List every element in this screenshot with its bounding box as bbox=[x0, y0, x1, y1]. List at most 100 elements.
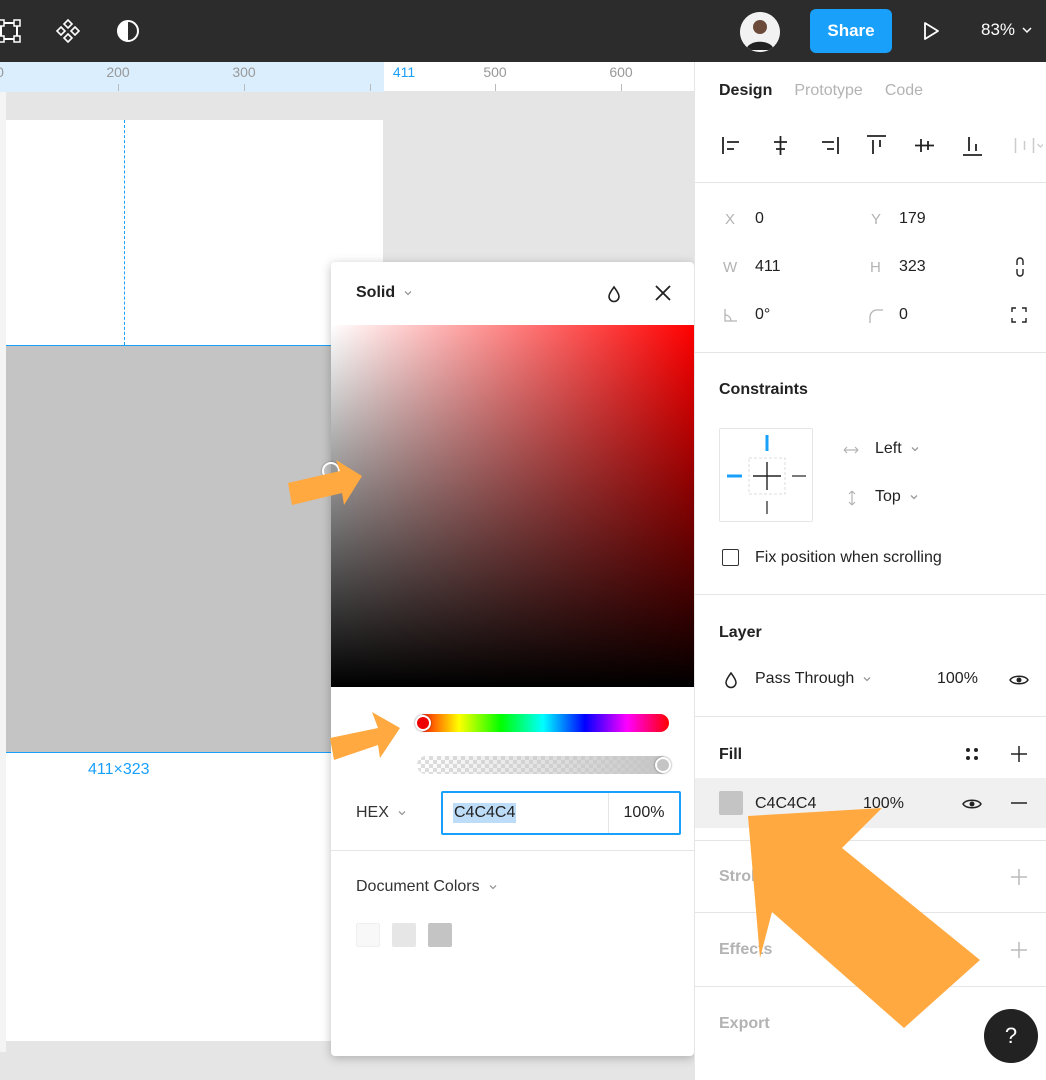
divider bbox=[331, 850, 694, 851]
ruler-label: 200 bbox=[106, 64, 130, 80]
hue-slider[interactable] bbox=[415, 714, 669, 732]
rotation-input[interactable]: 0° bbox=[755, 306, 770, 324]
vertical-constraint-icon bbox=[846, 489, 858, 512]
document-colors-dropdown[interactable]: Document Colors bbox=[356, 878, 498, 896]
chevron-down-icon bbox=[911, 447, 919, 452]
frame-top[interactable] bbox=[0, 120, 383, 345]
play-icon[interactable] bbox=[918, 18, 944, 44]
chevron-down-icon bbox=[489, 885, 497, 890]
opacity-slider[interactable] bbox=[417, 756, 671, 774]
color-swatch[interactable] bbox=[392, 923, 416, 947]
components-icon[interactable] bbox=[51, 14, 85, 48]
align-top-icon[interactable] bbox=[863, 132, 890, 159]
color-handle[interactable] bbox=[322, 462, 340, 480]
height-input[interactable]: 323 bbox=[899, 258, 926, 276]
add-effect-icon[interactable] bbox=[1009, 940, 1029, 965]
frame-bottom[interactable] bbox=[0, 753, 335, 1041]
avatar[interactable] bbox=[740, 12, 780, 52]
horizontal-constraint-value: Left bbox=[875, 440, 902, 457]
tab-design[interactable]: Design bbox=[719, 82, 772, 100]
align-vertical-center-icon[interactable] bbox=[911, 132, 938, 159]
help-button[interactable]: ? bbox=[984, 1009, 1038, 1063]
fill-type-dropdown[interactable]: Solid bbox=[356, 284, 413, 302]
fill-hex-value[interactable]: C4C4C4 bbox=[755, 795, 816, 813]
fill-opacity-value[interactable]: 100% bbox=[863, 795, 904, 813]
alignment-toolbar bbox=[719, 132, 1043, 159]
ruler-label: 300 bbox=[232, 64, 256, 80]
w-label: W bbox=[723, 259, 738, 276]
horizontal-constraint-dropdown[interactable]: Left bbox=[875, 440, 920, 458]
chevron-down-icon bbox=[863, 677, 871, 682]
effects-title: Effects bbox=[719, 941, 773, 958]
divider bbox=[695, 352, 1046, 353]
color-swatch[interactable] bbox=[428, 923, 452, 947]
hex-field: C4C4C4 100% bbox=[441, 791, 681, 835]
blend-drop-icon[interactable] bbox=[605, 284, 623, 309]
opacity-input[interactable]: 100% bbox=[609, 793, 679, 833]
close-icon[interactable] bbox=[652, 282, 674, 309]
fix-position-checkbox[interactable] bbox=[722, 549, 739, 566]
color-format-dropdown[interactable]: HEX bbox=[356, 804, 407, 822]
hex-input-wrap: C4C4C4 bbox=[443, 793, 609, 833]
tab-prototype[interactable]: Prototype bbox=[794, 82, 862, 100]
zoom-dropdown[interactable]: 83% bbox=[981, 20, 1033, 40]
document-colors-label: Document Colors bbox=[356, 878, 480, 895]
horizontal-constraint-icon bbox=[842, 443, 860, 462]
constraints-title: Constraints bbox=[719, 381, 808, 398]
fix-position-label: Fix position when scrolling bbox=[755, 549, 942, 566]
y-input[interactable]: 179 bbox=[899, 210, 926, 228]
ruler-selection-highlight bbox=[0, 62, 384, 92]
y-label: Y bbox=[871, 211, 882, 228]
hue-handle[interactable] bbox=[415, 715, 431, 731]
properties-panel: Design Prototype Code X 0 Y 179 W 411 H … bbox=[694, 62, 1046, 1080]
constrain-proportions-icon[interactable] bbox=[1013, 256, 1027, 283]
rotation-icon bbox=[723, 307, 739, 328]
color-swatch[interactable] bbox=[356, 923, 380, 947]
opacity-handle[interactable] bbox=[655, 757, 671, 773]
align-bottom-icon[interactable] bbox=[959, 132, 986, 159]
share-button[interactable]: Share bbox=[810, 9, 892, 53]
layer-opacity-input[interactable]: 100% bbox=[937, 670, 978, 688]
fill-color-swatch[interactable] bbox=[719, 791, 743, 815]
constraints-widget[interactable] bbox=[719, 428, 813, 522]
independent-corners-icon[interactable] bbox=[1011, 307, 1027, 328]
blend-drop-icon bbox=[723, 671, 739, 694]
blend-mode-dropdown[interactable]: Pass Through bbox=[755, 670, 872, 688]
selected-rectangle[interactable] bbox=[0, 345, 335, 753]
contrast-icon[interactable] bbox=[111, 14, 145, 48]
ruler-label: 500 bbox=[483, 64, 507, 80]
saturation-brightness-area[interactable] bbox=[322, 325, 694, 687]
add-stroke-icon[interactable] bbox=[1009, 867, 1029, 892]
color-picker-popup: Solid HEX C4C4C4 100% Document Colors bbox=[322, 262, 694, 1056]
export-title: Export bbox=[719, 1015, 770, 1032]
eye-icon[interactable] bbox=[1008, 672, 1030, 693]
divider bbox=[695, 716, 1046, 717]
ruler-tick bbox=[118, 84, 119, 91]
hex-value: C4C4C4 bbox=[453, 803, 517, 823]
tab-code[interactable]: Code bbox=[885, 82, 923, 100]
layer-title: Layer bbox=[719, 624, 762, 641]
panel-tabs: Design Prototype Code bbox=[719, 82, 923, 100]
width-input[interactable]: 411 bbox=[755, 258, 781, 276]
zoom-label: 83% bbox=[981, 20, 1016, 39]
vertical-constraint-dropdown[interactable]: Top bbox=[875, 488, 919, 506]
stroke-title: Stroke bbox=[719, 868, 769, 885]
x-input[interactable]: 0 bbox=[755, 210, 764, 228]
divider bbox=[695, 986, 1046, 987]
eye-icon[interactable] bbox=[961, 796, 983, 817]
remove-fill-icon[interactable] bbox=[1009, 793, 1029, 818]
ruler-label: 600 bbox=[609, 64, 633, 80]
corner-radius-input[interactable]: 0 bbox=[899, 306, 908, 324]
distribute-icon[interactable] bbox=[1007, 132, 1043, 159]
vector-path-icon[interactable] bbox=[0, 14, 26, 48]
ruler-tick bbox=[495, 84, 496, 91]
add-fill-icon[interactable] bbox=[1009, 744, 1029, 769]
align-right-icon[interactable] bbox=[815, 132, 842, 159]
align-horizontal-center-icon[interactable] bbox=[767, 132, 794, 159]
align-left-icon[interactable] bbox=[719, 132, 746, 159]
chevron-down-icon bbox=[1022, 27, 1032, 34]
style-grid-icon[interactable] bbox=[963, 745, 981, 768]
x-label: X bbox=[725, 211, 736, 228]
ruler-label-selected: 411 bbox=[392, 64, 416, 80]
ruler-tick bbox=[621, 84, 622, 91]
